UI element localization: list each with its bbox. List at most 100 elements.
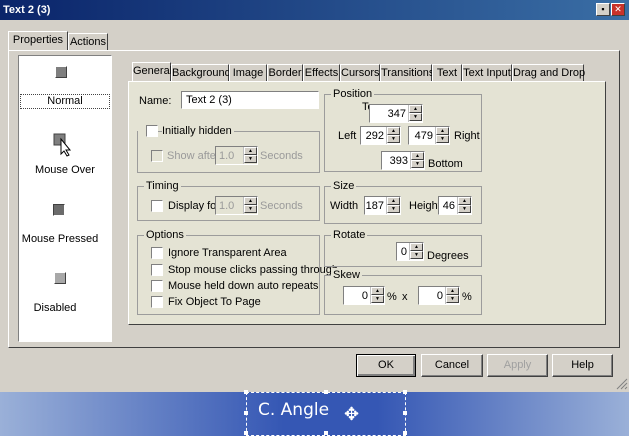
skew-y-unit: % [462,291,472,303]
size-title: Size [331,179,357,193]
height-stepper[interactable]: 46 ▲ ▼ [438,196,472,215]
cancel-button[interactable]: Cancel [421,354,483,377]
tab-text[interactable]: Text [432,64,462,82]
stepper-down-icon[interactable]: ▼ [244,205,257,213]
stepper-up-icon[interactable]: ▲ [387,197,400,205]
rotate-unit: Degrees [427,250,469,262]
ok-button[interactable]: OK [356,354,416,377]
show-after-stepper[interactable]: 1.0 ▲ ▼ [215,146,258,165]
object-text: C. Angle [258,400,330,420]
stepper-up-icon[interactable]: ▲ [411,152,424,160]
tab-drag-and-drop[interactable]: Drag and Drop [512,64,585,82]
resize-handle[interactable] [403,411,407,415]
minimize-icon[interactable]: ▪ [596,3,610,16]
stepper-down-icon[interactable]: ▼ [411,160,424,168]
state-mouse-over[interactable]: Mouse Over [20,164,110,177]
tab-text-input[interactable]: Text Input [462,64,512,82]
left-stepper[interactable]: 292 ▲ ▼ [360,126,401,145]
stepper-down-icon[interactable]: ▼ [387,135,400,143]
name-label: Name: [139,95,172,107]
resize-handle[interactable] [324,431,328,435]
tab-actions[interactable]: Actions [68,33,108,51]
stepper-up-icon[interactable]: ▲ [409,105,422,113]
tab-transitions[interactable]: Transitions [380,64,434,82]
tab-general[interactable]: General [132,62,172,82]
show-after-checkbox[interactable] [151,150,163,162]
skew-y-stepper[interactable]: 0 ▲ ▼ [418,286,460,305]
stepper-down-icon[interactable]: ▼ [458,205,471,213]
initially-hidden-label: Initially hidden [162,124,234,138]
display-for-label: Display for [168,200,220,212]
state-normal[interactable]: Normal [20,94,110,109]
display-for-stepper[interactable]: 1.0 ▲ ▼ [215,196,258,215]
display-for-checkbox[interactable] [151,200,163,212]
option-label: Stop mouse clicks passing through [168,264,338,276]
tab-effects[interactable]: Effects [303,64,340,82]
stepper-up-icon[interactable]: ▲ [244,197,257,205]
resize-handle[interactable] [403,431,407,435]
name-field[interactable]: Text 2 (3) [181,91,319,109]
skew-y-value: 0 [436,290,443,302]
timing-title: Timing [144,179,181,193]
help-button[interactable]: Help [552,354,613,377]
properties-window: Text 2 (3) ▪ ✕ Properties Actions Normal… [0,0,629,392]
resize-handle[interactable] [244,390,248,394]
tab-properties[interactable]: Properties [8,31,68,51]
stepper-up-icon[interactable]: ▲ [244,147,257,155]
resize-handle[interactable] [244,431,248,435]
stepper-up-icon[interactable]: ▲ [458,197,471,205]
skew-x-value: 0 [361,290,368,302]
tab-cursors[interactable]: Cursors [340,64,380,82]
apply-button[interactable]: Apply [487,354,548,377]
resize-grip-icon[interactable] [616,378,628,390]
bottom-stepper[interactable]: 393 ▲ ▼ [381,151,425,170]
tab-border[interactable]: Border [267,64,303,82]
title-bar[interactable]: Text 2 (3) [0,0,629,20]
resize-handle[interactable] [324,390,328,394]
stepper-down-icon[interactable]: ▼ [436,135,449,143]
option-label: Ignore Transparent Area [168,247,287,259]
option-checkbox[interactable] [151,296,163,308]
stepper-down-icon[interactable]: ▼ [244,155,257,163]
state-disabled[interactable]: Disabled [20,302,90,315]
resize-handle[interactable] [244,411,248,415]
initially-hidden-checkbox[interactable] [146,125,158,137]
stepper-down-icon[interactable]: ▼ [410,251,423,259]
name-value: Text 2 (3) [186,94,232,106]
right-value: 479 [414,130,433,142]
button-disabled-icon [54,272,66,284]
option-checkbox[interactable] [151,264,163,276]
top-stepper[interactable]: 347 ▲ ▼ [369,104,423,123]
width-stepper[interactable]: 187 ▲ ▼ [364,196,401,215]
state-mouse-pressed[interactable]: Mouse Pressed [20,233,100,246]
stepper-up-icon[interactable]: ▲ [446,287,459,295]
height-value: 46 [442,200,455,212]
move-icon[interactable]: ✥ [344,404,359,424]
close-icon[interactable]: ✕ [611,3,625,16]
stepper-down-icon[interactable]: ▼ [387,205,400,213]
stepper-down-icon[interactable]: ▼ [371,295,384,303]
option-label: Mouse held down auto repeats [168,280,319,292]
stepper-up-icon[interactable]: ▲ [371,287,384,295]
skew-x-stepper[interactable]: 0 ▲ ▼ [343,286,385,305]
top-value: 347 [387,108,406,120]
rotate-stepper[interactable]: 0 ▲ ▼ [396,242,424,261]
show-after-value: 1.0 [219,150,235,162]
stepper-up-icon[interactable]: ▲ [410,243,423,251]
stepper-up-icon[interactable]: ▲ [387,127,400,135]
options-title: Options [144,228,186,242]
stepper-down-icon[interactable]: ▼ [409,113,422,121]
option-checkbox[interactable] [151,247,163,259]
resize-handle[interactable] [403,390,407,394]
tab-image[interactable]: Image [229,64,267,82]
tab-background[interactable]: Background [171,64,231,82]
rotate-value: 0 [400,246,407,258]
stepper-up-icon[interactable]: ▲ [436,127,449,135]
right-stepper[interactable]: 479 ▲ ▼ [408,126,450,145]
right-label: Right [454,130,480,142]
cursor-pointer-icon [53,133,72,157]
stepper-down-icon[interactable]: ▼ [446,295,459,303]
show-after-unit: Seconds [260,150,303,162]
skew-separator: x [402,291,408,303]
option-checkbox[interactable] [151,280,163,292]
